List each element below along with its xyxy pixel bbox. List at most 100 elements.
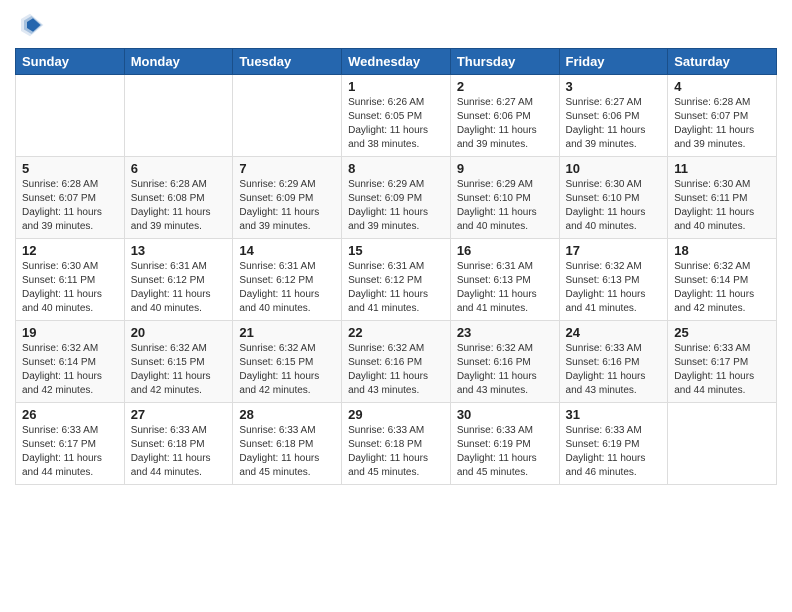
day-info: Sunrise: 6:28 AM Sunset: 6:07 PM Dayligh… (674, 96, 770, 152)
day-number: 9 (457, 161, 553, 176)
calendar-cell: 28 Sunrise: 6:33 AM Sunset: 6:18 PM Dayli… (233, 403, 342, 485)
day-number: 10 (566, 161, 662, 176)
calendar-cell: 30 Sunrise: 6:33 AM Sunset: 6:19 PM Dayli… (450, 403, 559, 485)
day-number: 4 (674, 79, 770, 94)
day-number: 8 (348, 161, 444, 176)
calendar-cell: 14 Sunrise: 6:31 AM Sunset: 6:12 PM Dayli… (233, 239, 342, 321)
day-number: 29 (348, 407, 444, 422)
day-number: 31 (566, 407, 662, 422)
calendar-cell (16, 75, 125, 157)
calendar-cell: 16 Sunrise: 6:31 AM Sunset: 6:13 PM Dayli… (450, 239, 559, 321)
calendar-cell (124, 75, 233, 157)
day-info: Sunrise: 6:31 AM Sunset: 6:12 PM Dayligh… (239, 260, 335, 316)
calendar-header-saturday: Saturday (668, 49, 777, 75)
day-number: 1 (348, 79, 444, 94)
day-info: Sunrise: 6:32 AM Sunset: 6:16 PM Dayligh… (457, 342, 553, 398)
day-number: 30 (457, 407, 553, 422)
day-info: Sunrise: 6:28 AM Sunset: 6:08 PM Dayligh… (131, 178, 227, 234)
calendar-cell: 17 Sunrise: 6:32 AM Sunset: 6:13 PM Dayli… (559, 239, 668, 321)
logo-icon (15, 10, 45, 40)
calendar-cell: 27 Sunrise: 6:33 AM Sunset: 6:18 PM Dayli… (124, 403, 233, 485)
calendar-header-friday: Friday (559, 49, 668, 75)
calendar-cell: 18 Sunrise: 6:32 AM Sunset: 6:14 PM Dayli… (668, 239, 777, 321)
calendar-header-monday: Monday (124, 49, 233, 75)
calendar-cell: 13 Sunrise: 6:31 AM Sunset: 6:12 PM Dayli… (124, 239, 233, 321)
calendar-week-row-3: 12Sunrise: 6:30 AM Sunset: 6:11 PM Dayli… (16, 239, 777, 321)
day-number: 22 (348, 325, 444, 340)
calendar-cell: 22 Sunrise: 6:32 AM Sunset: 6:16 PM Dayli… (342, 321, 451, 403)
calendar-cell: 8Sunrise: 6:29 AM Sunset: 6:09 PM Daylig… (342, 157, 451, 239)
day-info: Sunrise: 6:31 AM Sunset: 6:12 PM Dayligh… (131, 260, 227, 316)
day-number: 17 (566, 243, 662, 258)
day-info: Sunrise: 6:32 AM Sunset: 6:14 PM Dayligh… (22, 342, 118, 398)
day-number: 6 (131, 161, 227, 176)
calendar-week-row-2: 5 Sunrise: 6:28 AM Sunset: 6:07 PM Daylig… (16, 157, 777, 239)
calendar-cell: 10 Sunrise: 6:30 AM Sunset: 6:10 PM Dayli… (559, 157, 668, 239)
calendar-cell: 4 Sunrise: 6:28 AM Sunset: 6:07 PM Daylig… (668, 75, 777, 157)
day-number: 3 (566, 79, 662, 94)
day-info: Sunrise: 6:33 AM Sunset: 6:18 PM Dayligh… (348, 424, 444, 480)
day-number: 27 (131, 407, 227, 422)
day-info: Sunrise: 6:31 AM Sunset: 6:12 PM Dayligh… (348, 260, 444, 316)
day-info: Sunrise: 6:30 AM Sunset: 6:11 PM Dayligh… (22, 260, 118, 316)
calendar-cell: 25 Sunrise: 6:33 AM Sunset: 6:17 PM Dayli… (668, 321, 777, 403)
day-number: 26 (22, 407, 118, 422)
calendar-cell: 24Sunrise: 6:33 AM Sunset: 6:16 PM Dayli… (559, 321, 668, 403)
calendar-cell: 31 Sunrise: 6:33 AM Sunset: 6:19 PM Dayli… (559, 403, 668, 485)
day-info: Sunrise: 6:32 AM Sunset: 6:13 PM Dayligh… (566, 260, 662, 316)
day-info: Sunrise: 6:29 AM Sunset: 6:10 PM Dayligh… (457, 178, 553, 234)
day-number: 16 (457, 243, 553, 258)
day-info: Sunrise: 6:29 AM Sunset: 6:09 PM Dayligh… (239, 178, 335, 234)
day-number: 11 (674, 161, 770, 176)
day-info: Sunrise: 6:32 AM Sunset: 6:15 PM Dayligh… (239, 342, 335, 398)
calendar-cell: 2 Sunrise: 6:27 AM Sunset: 6:06 PM Daylig… (450, 75, 559, 157)
day-number: 23 (457, 325, 553, 340)
calendar-header-wednesday: Wednesday (342, 49, 451, 75)
calendar-cell: 6 Sunrise: 6:28 AM Sunset: 6:08 PM Daylig… (124, 157, 233, 239)
day-number: 20 (131, 325, 227, 340)
day-info: Sunrise: 6:30 AM Sunset: 6:11 PM Dayligh… (674, 178, 770, 234)
calendar-header-tuesday: Tuesday (233, 49, 342, 75)
calendar-cell: 11 Sunrise: 6:30 AM Sunset: 6:11 PM Dayli… (668, 157, 777, 239)
day-info: Sunrise: 6:33 AM Sunset: 6:17 PM Dayligh… (22, 424, 118, 480)
calendar-cell (233, 75, 342, 157)
day-number: 25 (674, 325, 770, 340)
calendar-cell: 7 Sunrise: 6:29 AM Sunset: 6:09 PM Daylig… (233, 157, 342, 239)
day-number: 21 (239, 325, 335, 340)
day-number: 2 (457, 79, 553, 94)
day-number: 28 (239, 407, 335, 422)
day-info: Sunrise: 6:27 AM Sunset: 6:06 PM Dayligh… (457, 96, 553, 152)
day-info: Sunrise: 6:33 AM Sunset: 6:18 PM Dayligh… (131, 424, 227, 480)
day-number: 13 (131, 243, 227, 258)
day-info: Sunrise: 6:32 AM Sunset: 6:16 PM Dayligh… (348, 342, 444, 398)
day-number: 14 (239, 243, 335, 258)
day-number: 19 (22, 325, 118, 340)
calendar-week-row-1: 1 Sunrise: 6:26 AM Sunset: 6:05 PM Daylig… (16, 75, 777, 157)
day-info: Sunrise: 6:33 AM Sunset: 6:19 PM Dayligh… (457, 424, 553, 480)
day-number: 5 (22, 161, 118, 176)
calendar-cell: 21 Sunrise: 6:32 AM Sunset: 6:15 PM Dayli… (233, 321, 342, 403)
calendar-header-row: SundayMondayTuesdayWednesdayThursdayFrid… (16, 49, 777, 75)
day-info: Sunrise: 6:26 AM Sunset: 6:05 PM Dayligh… (348, 96, 444, 152)
day-info: Sunrise: 6:33 AM Sunset: 6:16 PM Dayligh… (566, 342, 662, 398)
calendar-cell: 1 Sunrise: 6:26 AM Sunset: 6:05 PM Daylig… (342, 75, 451, 157)
calendar-cell: 29 Sunrise: 6:33 AM Sunset: 6:18 PM Dayli… (342, 403, 451, 485)
logo (15, 10, 49, 40)
day-number: 7 (239, 161, 335, 176)
day-number: 18 (674, 243, 770, 258)
calendar-cell: 20 Sunrise: 6:32 AM Sunset: 6:15 PM Dayli… (124, 321, 233, 403)
day-info: Sunrise: 6:28 AM Sunset: 6:07 PM Dayligh… (22, 178, 118, 234)
calendar-cell: 19 Sunrise: 6:32 AM Sunset: 6:14 PM Dayli… (16, 321, 125, 403)
day-info: Sunrise: 6:32 AM Sunset: 6:14 PM Dayligh… (674, 260, 770, 316)
day-info: Sunrise: 6:33 AM Sunset: 6:17 PM Dayligh… (674, 342, 770, 398)
calendar-header-thursday: Thursday (450, 49, 559, 75)
calendar-week-row-4: 19 Sunrise: 6:32 AM Sunset: 6:14 PM Dayli… (16, 321, 777, 403)
calendar-cell: 3Sunrise: 6:27 AM Sunset: 6:06 PM Daylig… (559, 75, 668, 157)
calendar-week-row-5: 26 Sunrise: 6:33 AM Sunset: 6:17 PM Dayli… (16, 403, 777, 485)
calendar-cell (668, 403, 777, 485)
day-info: Sunrise: 6:32 AM Sunset: 6:15 PM Dayligh… (131, 342, 227, 398)
day-info: Sunrise: 6:33 AM Sunset: 6:19 PM Dayligh… (566, 424, 662, 480)
day-info: Sunrise: 6:30 AM Sunset: 6:10 PM Dayligh… (566, 178, 662, 234)
day-info: Sunrise: 6:31 AM Sunset: 6:13 PM Dayligh… (457, 260, 553, 316)
day-info: Sunrise: 6:33 AM Sunset: 6:18 PM Dayligh… (239, 424, 335, 480)
